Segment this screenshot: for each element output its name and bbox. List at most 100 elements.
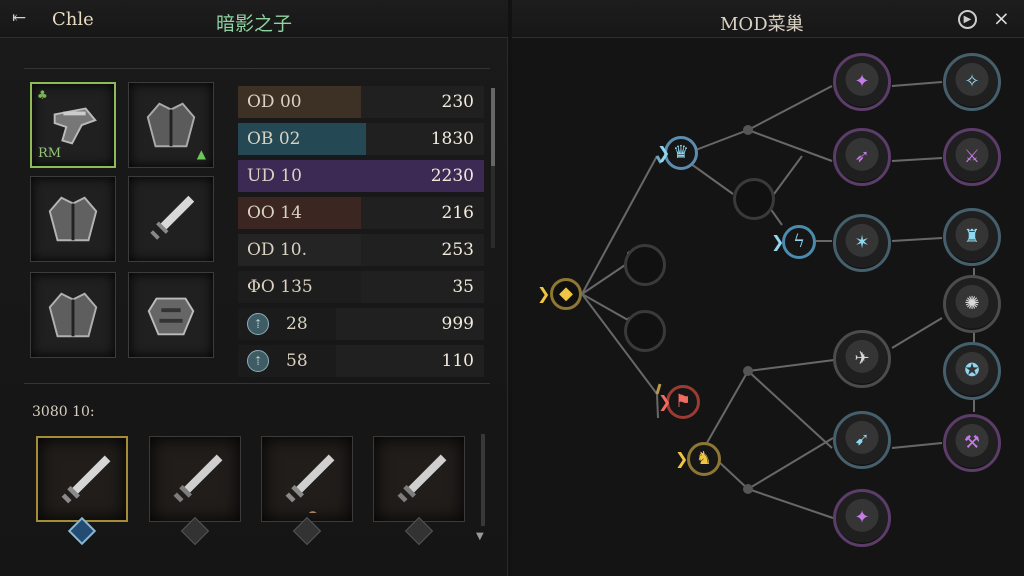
arrow-icon: ➶ [854,146,870,167]
weapons-scrollbar[interactable] [481,434,485,526]
mod-node-8[interactable]: ✈ [833,330,891,388]
crown-icon: ♛ [672,142,690,163]
stat-name: 58 [286,351,308,371]
weapons-section-title: 3080 10: [32,404,95,420]
app-title: Chle [52,9,94,30]
mod-title: MOD菜巢 [720,14,804,35]
left-title-bar: ⇤ Chle 暗影之子 [0,0,508,38]
stat-name: ΦO 135 [247,277,313,297]
empty-node[interactable] [624,310,666,352]
mod-tree: ◆ ❯ ♛ ❯ ϟ ❯ ⚑ ❯ ♞ ❯ ✦ ➶ ✧ ⚔ ✶ ♜ ✺ ✈ ✪ ➹ … [512,38,1024,576]
mod-node-6[interactable]: ♜ [943,208,1001,266]
stat-row: ⇡ 58 110 [238,345,484,377]
stat-value: 2230 [430,166,474,186]
stat-name: UD 10 [247,166,302,186]
knight-icon: ♞ [695,448,713,469]
stat-row: OD 00 230 [238,86,484,118]
spark-icon: ✧ [964,71,980,92]
back-button[interactable]: ⇤ [12,8,26,28]
bird-icon: ⇡ [247,313,269,335]
claw-icon: ♜ [963,226,981,247]
energy-icon: ✦ [854,71,870,92]
mod-node-4[interactable]: ⚔ [943,128,1001,186]
equipment-slot-jacket-alt[interactable] [30,272,116,358]
root-icon: ◆ [559,283,573,304]
mod-node-5[interactable]: ✶ [833,214,891,272]
equipment-slot-jacket-upgrade[interactable]: ▲ [128,82,214,168]
slot-label: RM [38,146,62,161]
jacket-icon [146,102,196,148]
play-circle-icon[interactable]: ▶ [958,10,977,29]
chevron-icon: ❯ [675,449,689,468]
equipment-slot-armor[interactable] [128,272,214,358]
mod-tree-panel: MOD菜巢 ▶ × ◆ ❯ ♛ ❯ ϟ ❯ ⚑ ❯ ♞ ❯ ✦ ➶ ✧ ⚔ ✶ … [512,0,1024,576]
stat-name: OO 14 [247,203,302,223]
blue-mid-node[interactable]: ϟ [782,225,816,259]
stat-value: 253 [441,240,474,260]
scroll-down-icon[interactable]: ▼ [476,531,484,542]
shadow-icon: ✺ [964,293,980,314]
weapon-card-2[interactable] [149,436,241,522]
equipment-slot-rifle[interactable]: ♣ RM [30,82,116,168]
root-node[interactable]: ◆ [550,278,582,310]
stat-row: OB 02 1830 [238,123,484,155]
stat-row: UD 10 2230 [238,160,484,192]
chevron-icon: ❯ [537,284,551,303]
mod-node-7[interactable]: ✺ [943,275,1001,333]
mod-node-10[interactable]: ➹ [833,411,891,469]
sword-icon [285,454,335,513]
stat-name: OD 00 [247,92,302,112]
stats-scrollbar-thumb[interactable] [491,88,495,166]
mod-node-9[interactable]: ✪ [943,342,1001,400]
mod-node-12[interactable]: ✦ [833,489,891,547]
equipment-slot-sword[interactable] [128,176,214,262]
chevron-icon: ❯ [771,232,785,251]
right-title-bar: MOD菜巢 ▶ × [512,0,1024,38]
section-divider [24,383,490,384]
stat-value: 230 [441,92,474,112]
stat-name: OD 10. [247,240,308,260]
character-panel: ⇤ Chle 暗影之子 ♣ RM ▲ OD 00 230 OB 02 1830 [0,0,508,576]
gold-low-node[interactable]: ♞ [687,442,721,476]
equipment-slot-jacket[interactable] [30,176,116,262]
mod-node-2[interactable]: ➶ [833,128,891,186]
top-divider [24,68,490,69]
figure-icon: ϟ [793,231,805,252]
jacket-icon [48,196,98,242]
strike-icon: ➹ [854,429,870,450]
blade-icon: ⚔ [963,146,981,167]
tower-icon: ✈ [854,348,870,369]
empty-node[interactable] [733,178,775,220]
stat-row: ΦO 135 35 [238,271,484,303]
sword-icon [61,455,111,504]
weapon-card-3[interactable] [261,436,353,522]
chevron-icon: ❯ [658,392,672,411]
character-title: 暗影之子 [216,13,293,35]
stat-value: 35 [452,277,474,297]
claw-icon: ⇡ [247,350,269,372]
stats-list: OD 00 230 OB 02 1830 UD 10 2230 OO 14 216 OD… [238,86,484,382]
helm-icon: ✦ [854,507,870,528]
sword-icon [173,454,223,503]
storm-icon: ✪ [964,360,980,381]
upgrade-icon: ▲ [196,147,206,161]
wing-icon: ✶ [854,232,870,253]
sword-icon [397,454,447,503]
weapon-card-1[interactable] [36,436,128,522]
close-button[interactable]: × [993,6,1010,30]
stat-row: OO 14 216 [238,197,484,229]
mod-node-1[interactable]: ✦ [833,53,891,111]
sword-icon [150,195,195,240]
stat-name: OB 02 [247,129,301,149]
empty-node[interactable] [624,244,666,286]
weapon-card-4[interactable] [373,436,465,522]
stat-name: 28 [286,314,308,334]
burst-icon: ⚒ [963,432,981,453]
banner-icon: ⚑ [674,391,692,412]
chevron-icon: ❯ [657,143,671,162]
game-mod-screen: ⇤ Chle 暗影之子 ♣ RM ▲ OD 00 230 OB 02 1830 [0,0,1024,576]
mod-node-3[interactable]: ✧ [943,53,1001,111]
mod-node-11[interactable]: ⚒ [943,414,1001,472]
stat-value: 110 [441,351,474,371]
stat-row: ⇡ 28 999 [238,308,484,340]
